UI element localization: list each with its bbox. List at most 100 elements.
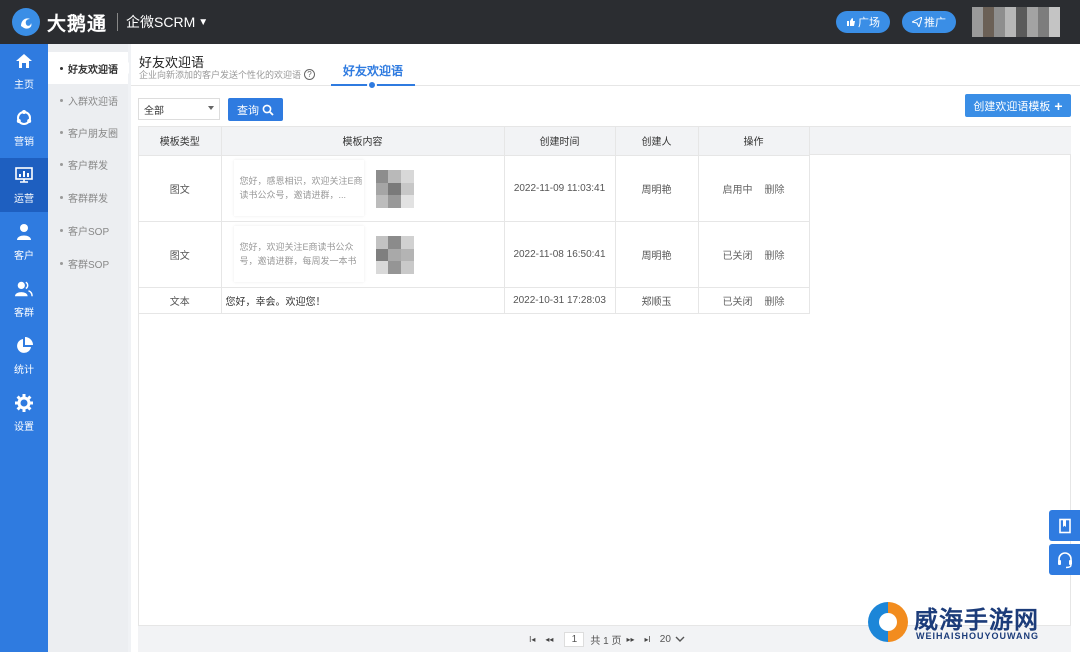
- brand-logo-icon[interactable]: [12, 8, 40, 36]
- nav-item-label: 客户: [14, 250, 34, 262]
- main-panel: 好友欢迎语 企业向新添加的客户发送个性化的欢迎语 ? 好友欢迎语 全部 查询 创…: [131, 44, 1080, 652]
- square-button[interactable]: 广场: [836, 11, 890, 33]
- column-header-creator[interactable]: 创建人: [615, 127, 699, 156]
- pie-chart-icon: [15, 336, 33, 355]
- prev-page-icon[interactable]: ◂◂: [545, 635, 553, 644]
- cell-type: 图文: [139, 155, 222, 222]
- nav-item-label: 统计: [14, 364, 34, 376]
- operation-icon: [15, 166, 33, 184]
- cell-time: 2022-11-08 16:50:41: [504, 221, 616, 288]
- brand-divider: [117, 13, 119, 31]
- subnav-item-label: 客户朋友圈: [68, 128, 118, 140]
- subnav-item-friend-welcome[interactable]: 好友欢迎语: [48, 52, 129, 84]
- top-bar: 大鹅通 企微SCRM ▼ 广场 推广: [0, 0, 1080, 44]
- first-page-icon[interactable]: I◂: [529, 635, 535, 644]
- book-icon: [1058, 518, 1071, 533]
- product-name: 企微SCRM: [126, 14, 196, 30]
- next-page-icon[interactable]: ▸▸: [627, 635, 635, 644]
- create-template-button[interactable]: 创建欢迎语模板 +: [965, 94, 1071, 117]
- cell-content: 您好，感恩相识，欢迎关注E商读书公众号，邀请进群，...: [221, 155, 505, 222]
- nav-item-customer[interactable]: 客户: [0, 215, 48, 269]
- filter-select[interactable]: 全部: [138, 98, 220, 120]
- cell-actions: 启用中 删除: [698, 155, 810, 222]
- sub-nav: 好友欢迎语 入群欢迎语 客户朋友圈 客户群发 客群群发 客户SOP 客群SOP: [48, 44, 129, 652]
- bullet-icon: [60, 195, 63, 199]
- nav-item-home[interactable]: 主页: [0, 44, 48, 98]
- headset-icon: [1057, 551, 1072, 568]
- top-actions: 广场 推广: [824, 0, 1060, 44]
- nav-item-label: 设置: [14, 421, 34, 433]
- status-toggle-link[interactable]: 已关闭: [723, 251, 753, 262]
- watermark-title: 威海手游网: [914, 607, 1039, 634]
- query-button[interactable]: 查询: [228, 98, 283, 121]
- bullet-icon: [60, 66, 63, 70]
- bullet-icon: [60, 261, 63, 265]
- paper-plane-icon: [912, 17, 922, 27]
- customer-service-button[interactable]: [1049, 544, 1080, 575]
- column-header-actions[interactable]: 操作: [698, 127, 810, 156]
- product-switcher[interactable]: 企微SCRM ▼: [126, 12, 208, 32]
- cell-content: 您好，幸会。欢迎您！: [221, 287, 505, 314]
- subnav-item-group-sop[interactable]: 客群SOP: [48, 247, 128, 279]
- column-header-content[interactable]: 模板内容: [221, 127, 505, 156]
- table-row: 文本 您好，幸会。欢迎您！ 2022-10-31 17:28:03 郑顺玉 已关…: [139, 287, 810, 314]
- promote-button-label: 推广: [924, 17, 946, 29]
- plus-icon: +: [1054, 97, 1063, 114]
- subnav-item-group-welcome[interactable]: 入群欢迎语: [48, 84, 128, 116]
- subnav-item-label: 入群欢迎语: [68, 96, 118, 108]
- guide-book-button[interactable]: [1049, 510, 1080, 541]
- page-description: 企业向新添加的客户发送个性化的欢迎语 ?: [139, 68, 316, 81]
- site-watermark: 威海手游网 WEIHAISHOUYOUWANG: [868, 598, 1080, 652]
- nav-item-marketing[interactable]: 营销: [0, 101, 48, 155]
- nav-item-customer-group[interactable]: 客群: [0, 272, 48, 326]
- chevron-down-icon: [675, 636, 685, 642]
- page-description-text: 企业向新添加的客户发送个性化的欢迎语: [139, 70, 302, 80]
- cell-type: 图文: [139, 221, 222, 288]
- header-divider: [131, 85, 1080, 86]
- column-header-time[interactable]: 创建时间: [504, 127, 616, 156]
- content-card[interactable]: 您好，欢迎关注E商读书公众号，邀请进群，每周发一本书: [233, 226, 414, 282]
- help-icon[interactable]: ?: [304, 69, 316, 80]
- cell-time: 2022-10-31 17:28:03: [504, 287, 616, 314]
- promote-button[interactable]: 推广: [902, 11, 956, 33]
- nav-item-label: 营销: [14, 136, 34, 148]
- table-header-row: 模板类型 模板内容 创建时间 创建人 操作: [139, 127, 810, 156]
- subnav-item-label: 客群群发: [68, 193, 108, 205]
- cell-actions: 已关闭 删除: [698, 221, 810, 288]
- content-thumbnail: [375, 236, 414, 274]
- delete-link[interactable]: 删除: [765, 251, 785, 262]
- page-size-select[interactable]: 20: [660, 634, 685, 645]
- query-button-label: 查询: [237, 104, 259, 117]
- table-row: 图文 您好，欢迎关注E商读书公众号，邀请进群，每周发一本书 2022-11-08…: [139, 221, 810, 288]
- nav-item-label: 客群: [14, 307, 34, 319]
- status-toggle-link[interactable]: 启用中: [723, 185, 753, 196]
- subnav-item-moments[interactable]: 客户朋友圈: [48, 116, 128, 148]
- status-toggle-link[interactable]: 已关闭: [723, 297, 753, 308]
- nav-item-operation[interactable]: 运营: [0, 158, 48, 212]
- delete-link[interactable]: 删除: [765, 297, 785, 308]
- column-header-type[interactable]: 模板类型: [139, 127, 222, 156]
- cell-creator: 周明艳: [615, 155, 699, 222]
- subnav-item-customer-broadcast[interactable]: 客户群发: [48, 148, 128, 180]
- watermark-logo-icon: [868, 602, 908, 642]
- avatar[interactable]: [972, 7, 1060, 37]
- thumbs-up-icon: [847, 18, 855, 26]
- nav-item-statistics[interactable]: 统计: [0, 329, 48, 383]
- tab-active-dot: [367, 80, 377, 90]
- bullet-icon: [60, 130, 63, 134]
- nav-item-settings[interactable]: 设置: [0, 386, 48, 440]
- user-icon: [15, 223, 33, 241]
- content-card[interactable]: 您好，感恩相识，欢迎关注E商读书公众号，邀请进群，...: [233, 160, 414, 216]
- table-row: 图文 您好，感恩相识，欢迎关注E商读书公众号，邀请进群，... 2022-11-…: [139, 155, 810, 222]
- square-button-label: 广场: [858, 17, 880, 29]
- page-size-value: 20: [659, 633, 671, 645]
- subnav-item-customer-sop[interactable]: 客户SOP: [48, 214, 128, 246]
- subnav-item-group-broadcast[interactable]: 客群群发: [48, 181, 128, 213]
- delete-link[interactable]: 删除: [765, 185, 785, 196]
- content-thumbnail: [375, 170, 414, 208]
- last-page-icon[interactable]: ▸I: [645, 635, 651, 644]
- cell-creator: 郑顺玉: [615, 287, 699, 314]
- cell-time: 2022-11-09 11:03:41: [504, 155, 616, 222]
- nav-item-label: 主页: [14, 79, 34, 91]
- page-number-input[interactable]: 1: [564, 631, 585, 647]
